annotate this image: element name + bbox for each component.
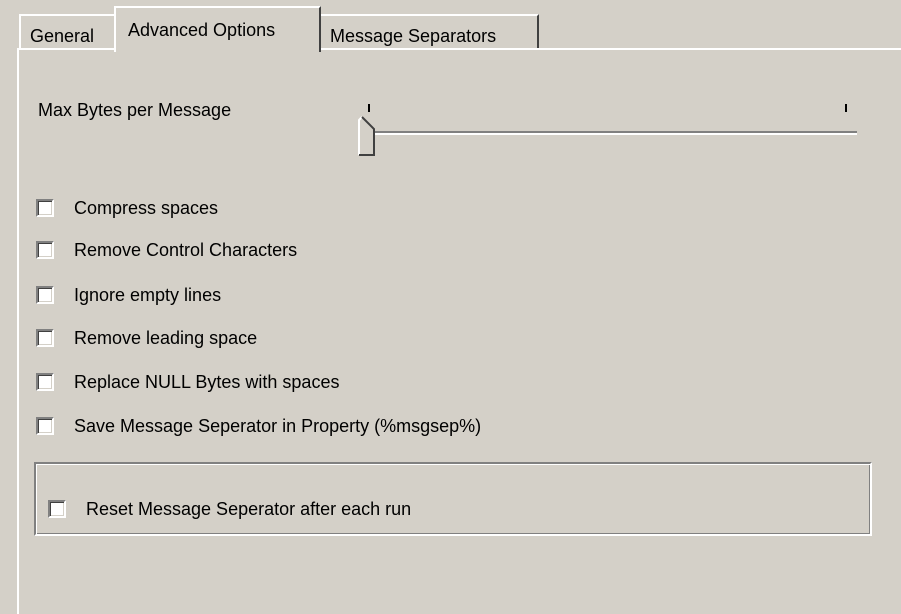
tab-general-label: General bbox=[30, 26, 95, 46]
replace-null-bytes-checkbox[interactable] bbox=[36, 373, 54, 391]
tab-general[interactable]: General bbox=[19, 14, 118, 50]
reset-message-separator-label: Reset Message Seperator after each run bbox=[86, 499, 412, 519]
tab-advanced-options-label: Advanced Options bbox=[128, 20, 276, 40]
tab-message-separators[interactable]: Message Separators bbox=[319, 14, 539, 50]
remove-control-characters-label: Remove Control Characters bbox=[74, 240, 298, 260]
remove-control-characters-checkbox[interactable] bbox=[36, 241, 54, 259]
max-bytes-label: Max Bytes per Message bbox=[38, 100, 232, 120]
slider-tick-max bbox=[845, 104, 847, 112]
ignore-empty-lines-label: Ignore empty lines bbox=[74, 285, 222, 305]
ignore-empty-lines-checkbox[interactable] bbox=[36, 286, 54, 304]
slider-tick-min bbox=[368, 104, 370, 112]
max-bytes-slider-thumb[interactable] bbox=[358, 116, 378, 156]
tab-strip: General Message Separators Advanced Opti… bbox=[0, 0, 901, 52]
tab-message-separators-label: Message Separators bbox=[330, 26, 497, 46]
compress-spaces-label: Compress spaces bbox=[74, 198, 219, 218]
compress-spaces-checkbox[interactable] bbox=[36, 199, 54, 217]
replace-null-bytes-label: Replace NULL Bytes with spaces bbox=[74, 372, 340, 392]
remove-leading-space-checkbox[interactable] bbox=[36, 329, 54, 347]
remove-leading-space-label: Remove leading space bbox=[74, 328, 258, 348]
reset-message-separator-checkbox[interactable] bbox=[48, 500, 66, 518]
max-bytes-slider-track[interactable] bbox=[371, 131, 857, 135]
tab-advanced-options[interactable]: Advanced Options bbox=[114, 6, 321, 52]
save-message-separator-checkbox[interactable] bbox=[36, 417, 54, 435]
save-message-separator-label: Save Message Seperator in Property (%msg… bbox=[74, 416, 482, 436]
